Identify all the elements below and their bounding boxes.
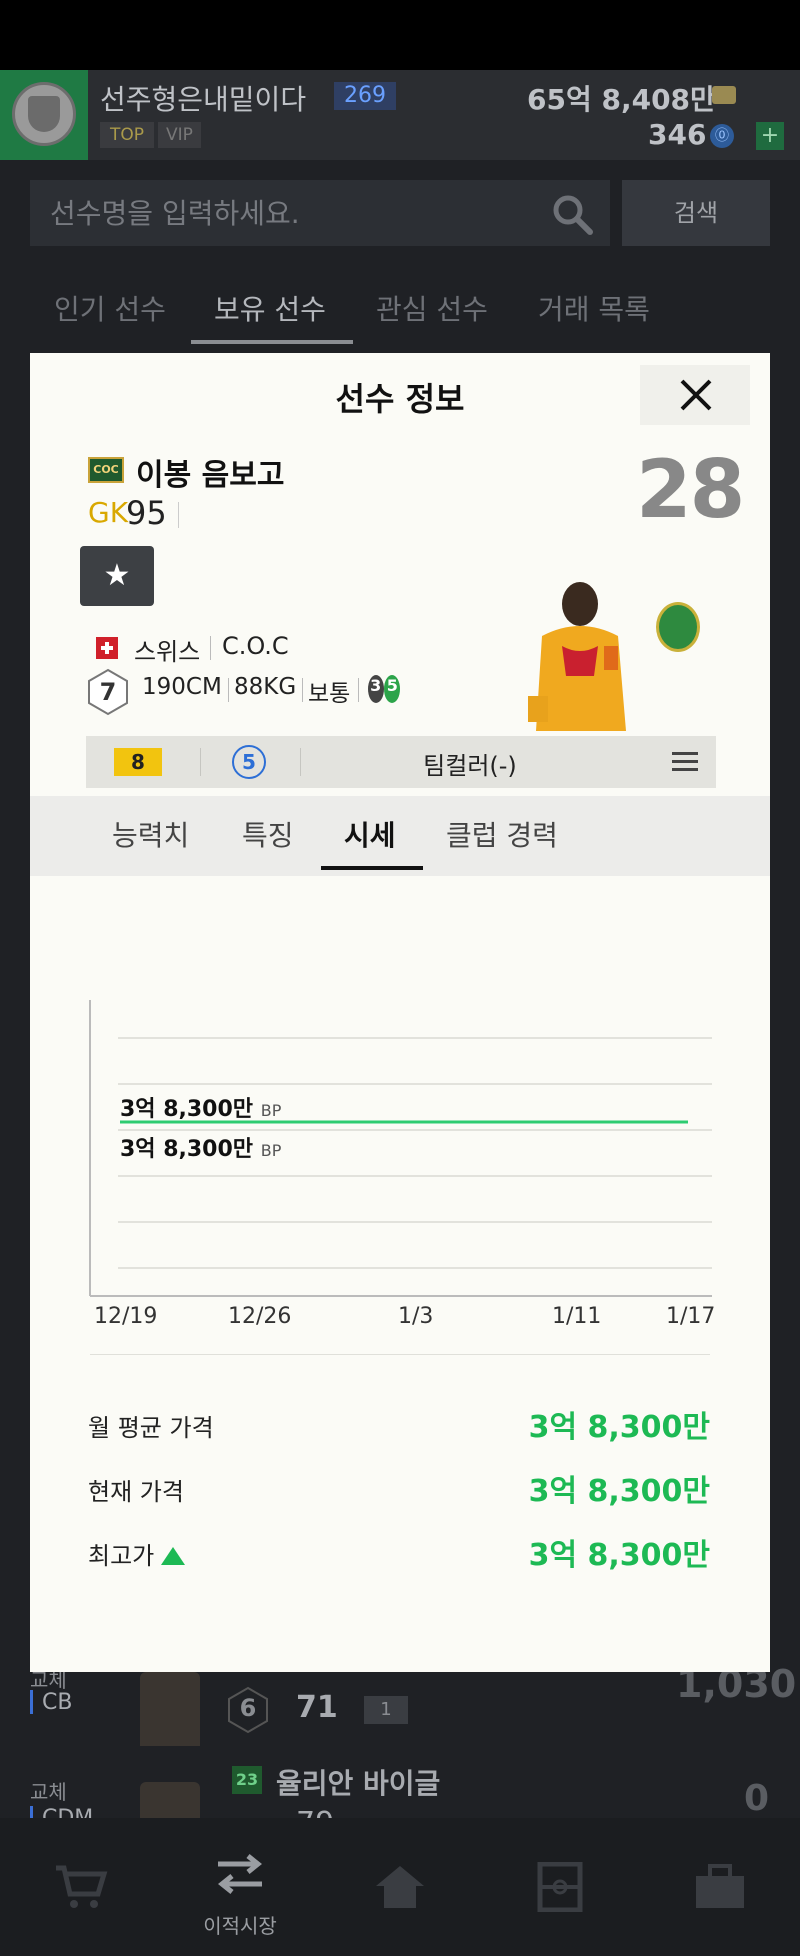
add-points-button[interactable]: +: [756, 122, 784, 150]
x-tick: 1/3: [398, 1304, 434, 1329]
coin-balance: 65억 8,408만: [527, 83, 716, 116]
season-badge: COC: [88, 457, 124, 483]
flag-cross: [105, 642, 109, 654]
divider: [200, 748, 201, 776]
divider: [358, 678, 359, 702]
tab-stats[interactable]: 능력치: [112, 814, 189, 854]
inventory-box-icon[interactable]: [692, 1862, 748, 1912]
player-name: 율리안 바이글: [276, 1767, 441, 1800]
max-price-label: 3억 8,300만 BP: [120, 1091, 281, 1123]
player-nation: 스위스: [134, 638, 201, 666]
avg-price-value: 3억 8,300만: [528, 1410, 710, 1445]
search-button[interactable]: 검색: [622, 180, 770, 246]
position-marker: [30, 1806, 33, 1818]
menu-icon[interactable]: [672, 751, 698, 773]
list-position: CDM: [42, 1806, 93, 1818]
shop-cart-icon[interactable]: [52, 1862, 108, 1912]
user-level-badge: 269: [334, 82, 396, 110]
player-avatar: [140, 1672, 200, 1746]
enhance-level: 6: [239, 1694, 257, 1722]
star-icon: ★: [103, 558, 131, 593]
tab-club-history[interactable]: 클럽 경력: [446, 814, 558, 854]
level-badge: 1: [364, 1696, 408, 1724]
player-rating: 95: [126, 494, 167, 532]
home-icon[interactable]: [372, 1862, 428, 1912]
player-position: GK: [88, 496, 129, 529]
tab-watchlist[interactable]: 관심 선수: [376, 288, 488, 328]
divider: [302, 678, 303, 702]
transfer-icon[interactable]: [212, 1850, 268, 1900]
status-bar: [0, 0, 800, 70]
player-age: 28: [636, 443, 745, 536]
player-height: 190CM: [142, 674, 222, 700]
foot-ratings: 3 5: [370, 676, 398, 695]
divider: [210, 636, 211, 660]
player-name: 이봉 음보고: [136, 458, 285, 493]
tab-popular[interactable]: 인기 선수: [54, 288, 166, 328]
divider: [90, 1354, 710, 1355]
search-icon[interactable]: [550, 192, 594, 236]
player-rating: 71: [296, 1690, 338, 1725]
avg-price-label: 월 평균 가격: [88, 1414, 214, 1442]
player-team: C.O.C: [222, 632, 289, 660]
divider: [178, 502, 179, 528]
divider: [228, 678, 229, 702]
close-icon[interactable]: [676, 375, 716, 415]
points-icon: ⓪: [710, 124, 734, 148]
highest-price-label: 최고가: [88, 1542, 155, 1570]
price-chart: [89, 1000, 712, 1297]
tab-trades[interactable]: 거래 목록: [538, 288, 650, 328]
tab-market-price[interactable]: 시세: [344, 814, 396, 854]
active-tab-indicator: [191, 340, 353, 344]
x-tick: 1/11: [552, 1304, 602, 1329]
list-position: CB: [42, 1690, 73, 1715]
squad-field-icon[interactable]: [532, 1862, 588, 1912]
player-body-type: 보통: [308, 681, 351, 707]
x-tick: 12/19: [94, 1304, 158, 1329]
player-avatar: [140, 1782, 200, 1818]
max-price-value: 3억 8,300만: [120, 1097, 254, 1122]
team-color-label[interactable]: 팀컬러(-): [300, 746, 640, 781]
points-balance: 346: [648, 118, 707, 151]
user-name: 선주형은내밑이다: [100, 83, 307, 116]
nav-transfer-label[interactable]: 이적시장: [190, 1910, 290, 1939]
current-price-label: 현재 가격: [88, 1478, 184, 1506]
x-tick: 1/17: [666, 1304, 716, 1329]
list-role: 교체: [30, 1780, 67, 1804]
player-rating: 79: [296, 1806, 334, 1818]
season-badge: 23: [232, 1766, 262, 1794]
current-price-value: 3억 8,300만: [528, 1474, 710, 1509]
player-value: 0: [744, 1778, 770, 1819]
active-tab-indicator: [321, 866, 423, 870]
player-photo: [528, 582, 626, 731]
x-tick: 12/26: [228, 1304, 292, 1329]
club-emblem-icon: [656, 602, 700, 652]
min-price-label: 3억 8,300만 BP: [120, 1131, 281, 1163]
bp-unit: BP: [260, 1101, 282, 1120]
shield-icon: [28, 96, 60, 132]
bp-unit: BP: [260, 1141, 282, 1160]
favorite-button[interactable]: ★: [80, 546, 154, 606]
tab-owned[interactable]: 보유 선수: [214, 288, 326, 328]
tab-traits[interactable]: 특징: [242, 814, 294, 854]
highest-price-value: 3억 8,300만: [528, 1538, 710, 1573]
search-input[interactable]: [30, 180, 610, 246]
min-price-value: 3억 8,300만: [120, 1137, 254, 1162]
vip-tag: VIP: [158, 122, 201, 148]
top-tag: TOP: [100, 122, 155, 148]
enhance-level: 7: [99, 678, 117, 706]
level-badge: 5: [232, 745, 266, 779]
grade-badge: 8: [114, 748, 162, 776]
up-triangle-icon: [161, 1547, 185, 1565]
player-weight: 88KG: [234, 674, 297, 700]
coin-icon: [712, 86, 736, 104]
position-marker: [30, 1690, 33, 1714]
